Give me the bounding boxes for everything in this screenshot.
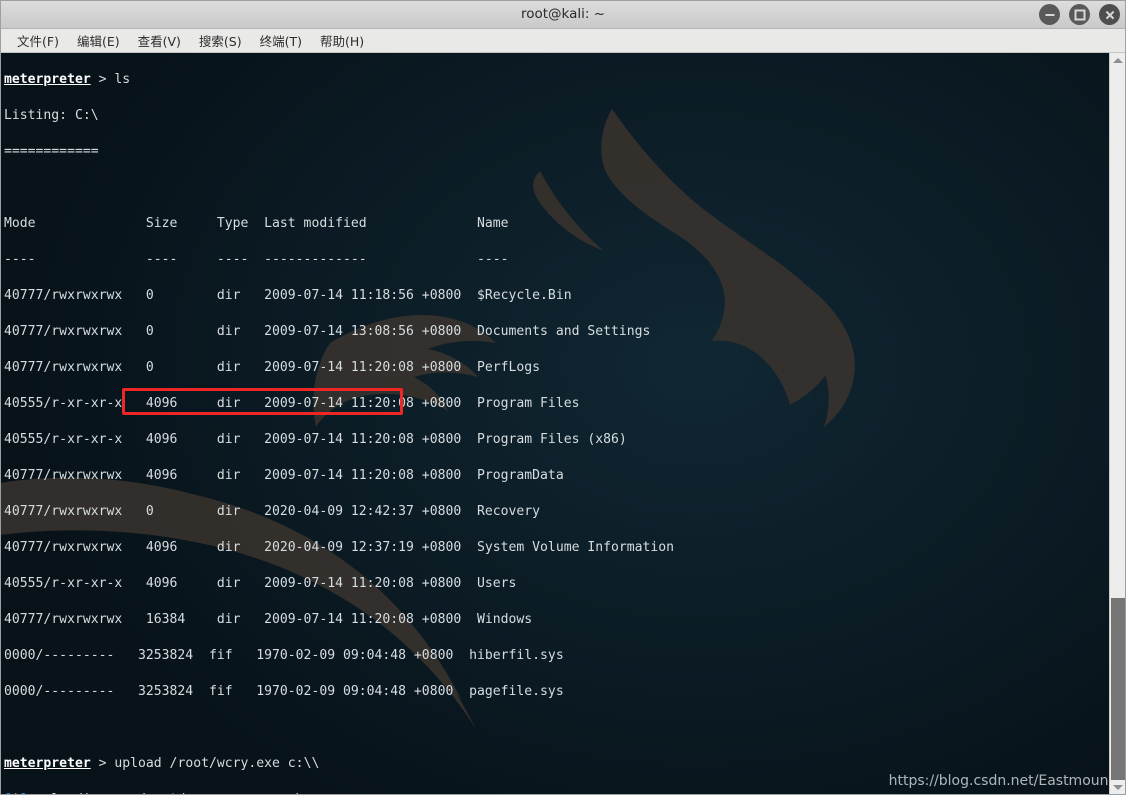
table-row: 40555/r-xr-xr-x 4096 dir 2009-07-14 11:2… <box>4 432 627 447</box>
listing-separator-1: ============ <box>4 144 99 159</box>
menu-item-view[interactable]: 查看(V) <box>129 29 190 52</box>
menu-item-terminal[interactable]: 终端(T) <box>251 29 311 52</box>
table-row: 40555/r-xr-xr-x 4096 dir 2009-07-14 11:2… <box>4 396 580 411</box>
watermark-url: https://blog.csdn.net/Eastmount <box>888 773 1114 789</box>
terminal-window: root@kali: ~ 文件(F) 编辑(E) 查看(V) 搜索(S) 终端(… <box>0 0 1126 795</box>
terminal-body[interactable]: meterpreter > ls Listing: C:\ ==========… <box>0 53 1126 795</box>
table-row: 0000/--------- 3253824 fif 1970-02-09 09… <box>4 684 564 699</box>
status-line-uploading: [*] uploading : /root/wcry.exe -> c:\ <box>4 791 690 795</box>
table-header-rule-1: ---- ---- ---- ------------- ---- <box>4 252 509 267</box>
menu-item-file[interactable]: 文件(F) <box>8 29 68 52</box>
prompt-sep-1: > <box>90 72 115 87</box>
table-row: 40777/rwxrwxrwx 4096 dir 2009-07-14 11:2… <box>4 468 564 483</box>
command-upload: upload /root/wcry.exe c:\\ <box>114 756 320 771</box>
table-row: 40777/rwxrwxrwx 4096 dir 2020-04-09 12:3… <box>4 540 675 555</box>
scrollbar-thumb[interactable] <box>1111 598 1126 780</box>
menu-item-help[interactable]: 帮助(H) <box>311 29 373 52</box>
listing-label-1: Listing: C:\ <box>4 108 99 123</box>
table-row: 0000/--------- 3253824 fif 1970-02-09 09… <box>4 648 564 663</box>
command-ls-1: ls <box>114 72 131 87</box>
scroll-up-arrow-icon[interactable] <box>1110 53 1126 68</box>
prompt-line-upload: meterpreter > upload /root/wcry.exe c:\\ <box>4 755 690 773</box>
minimize-button[interactable] <box>1039 4 1060 25</box>
table-row: 40777/rwxrwxrwx 0 dir 2020-04-09 12:42:3… <box>4 504 541 519</box>
window-controls <box>1039 4 1120 25</box>
table-header-1: Mode Size Type Last modified Name <box>4 216 509 231</box>
prompt-user-1: meterpreter <box>4 72 91 87</box>
menu-item-search[interactable]: 搜索(S) <box>190 29 251 52</box>
menu-item-edit[interactable]: 编辑(E) <box>68 29 129 52</box>
menu-bar: 文件(F) 编辑(E) 查看(V) 搜索(S) 终端(T) 帮助(H) <box>0 29 1126 53</box>
close-button[interactable] <box>1099 4 1120 25</box>
prompt-user-2: meterpreter <box>4 756 91 771</box>
maximize-button[interactable] <box>1069 4 1090 25</box>
table-row: 40555/r-xr-xr-x 4096 dir 2009-07-14 11:2… <box>4 576 517 591</box>
scroll-down-arrow-icon[interactable] <box>1110 780 1126 795</box>
window-title: root@kali: ~ <box>520 6 606 22</box>
vertical-scrollbar[interactable] <box>1109 53 1126 795</box>
prompt-line-1: meterpreter > ls <box>4 71 690 89</box>
table-row: 40777/rwxrwxrwx 0 dir 2009-07-14 11:20:0… <box>4 360 541 375</box>
title-bar: root@kali: ~ <box>0 0 1126 29</box>
prompt-sep-2: > <box>90 756 115 771</box>
table-row: 40777/rwxrwxrwx 16384 dir 2009-07-14 11:… <box>4 612 533 627</box>
table-row: 40777/rwxrwxrwx 0 dir 2009-07-14 11:18:5… <box>4 288 572 303</box>
table-row: 40777/rwxrwxrwx 0 dir 2009-07-14 13:08:5… <box>4 324 651 339</box>
terminal-output: meterpreter > ls Listing: C:\ ==========… <box>4 53 690 795</box>
